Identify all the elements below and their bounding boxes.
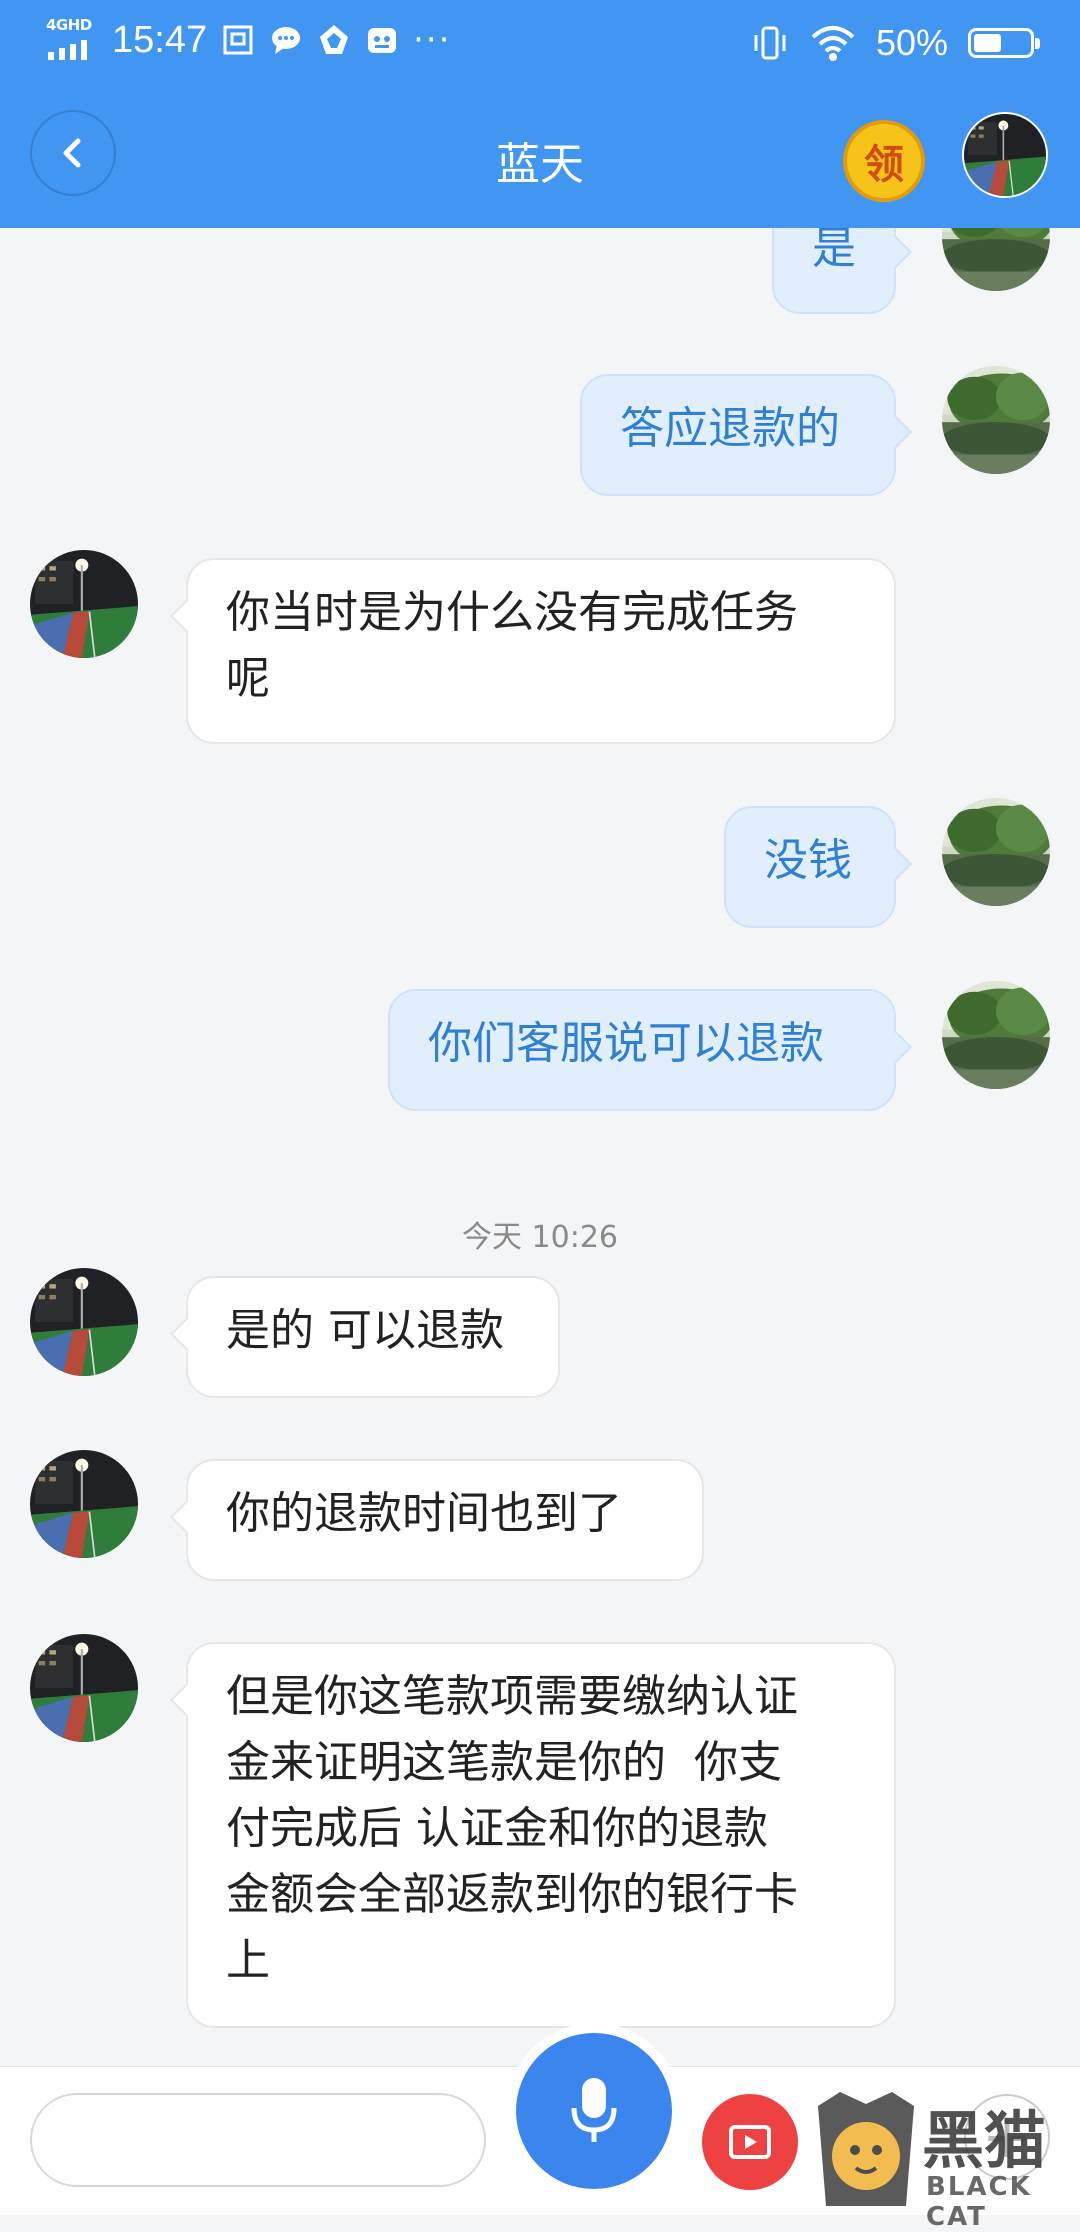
contact-avatar[interactable] — [30, 550, 138, 658]
black-cat-logo-icon — [818, 2092, 914, 2206]
voice-button[interactable] — [516, 2033, 672, 2189]
watermark-text: 黑猫 — [922, 2104, 1047, 2177]
night-field-avatar-icon — [30, 1634, 138, 1742]
battery-percent: 50% — [875, 22, 948, 63]
app-header: 4GHD 15:47 ··· 50% 蓝天 领 — [0, 0, 1080, 228]
clock: 15:47 — [112, 18, 208, 61]
contact-avatar[interactable] — [30, 1634, 138, 1742]
my-avatar[interactable] — [942, 798, 1050, 906]
message-bubble-received[interactable]: 是的 可以退款 — [186, 1276, 560, 1398]
message-bubble-sent[interactable]: 你们客服说可以退款 — [388, 989, 896, 1111]
night-field-avatar-icon — [30, 550, 138, 658]
data-saver-icon — [223, 25, 253, 55]
lake-trees-avatar-icon — [942, 366, 1050, 474]
status-bar: 4GHD 15:47 ··· 50% — [0, 0, 1080, 88]
watermark-subtext: BLACK CAT — [926, 2172, 1032, 2232]
lake-trees-avatar-icon — [942, 981, 1050, 1089]
night-field-avatar-icon — [30, 1268, 138, 1376]
battery-icon — [968, 28, 1040, 58]
contact-avatar[interactable] — [30, 1450, 138, 1558]
night-field-avatar-icon — [964, 114, 1046, 196]
message-bubble-received[interactable]: 你当时是为什么没有完成任务 呢 — [186, 558, 896, 744]
message-icon — [272, 27, 301, 54]
wifi-icon — [811, 26, 855, 61]
microphone-icon — [571, 2078, 617, 2142]
chat-area[interactable]: 是 答应退款的 你当时是为什么没有完成任务 呢 没钱 你们客服说可以退款 今天 … — [0, 0, 1080, 2066]
signal-icon: 4GHD — [46, 16, 98, 62]
header-avatar[interactable] — [962, 112, 1048, 198]
lake-trees-avatar-icon — [942, 798, 1050, 906]
network-type: 4GHD — [46, 16, 92, 34]
message-bubble-sent[interactable]: 答应退款的 — [580, 374, 896, 496]
contact-avatar[interactable] — [30, 1268, 138, 1376]
my-avatar[interactable] — [942, 981, 1050, 1089]
message-bubble-received[interactable]: 但是你这笔款项需要缴纳认证 金来证明这笔款是你的 你支 付完成后 认证金和你的退… — [186, 1642, 896, 2028]
message-timestamp: 今天 10:26 — [462, 1220, 618, 1255]
more-dots-icon: ··· — [413, 20, 452, 60]
message-bubble-sent[interactable]: 没钱 — [724, 806, 896, 928]
app-icon — [320, 25, 349, 54]
video-button[interactable] — [702, 2094, 798, 2190]
claim-coin-button[interactable]: 领 — [843, 120, 925, 202]
black-cat-watermark: 黑猫 BLACK CAT — [810, 2086, 1080, 2232]
game-icon — [368, 28, 397, 53]
video-icon — [729, 2125, 771, 2159]
my-avatar[interactable] — [942, 366, 1050, 474]
battery-level — [974, 34, 1001, 52]
vibrate-icon — [754, 26, 786, 60]
message-bubble-received[interactable]: 你的退款时间也到了 — [186, 1459, 704, 1581]
night-field-avatar-icon — [30, 1450, 138, 1558]
message-input[interactable] — [30, 2093, 486, 2187]
